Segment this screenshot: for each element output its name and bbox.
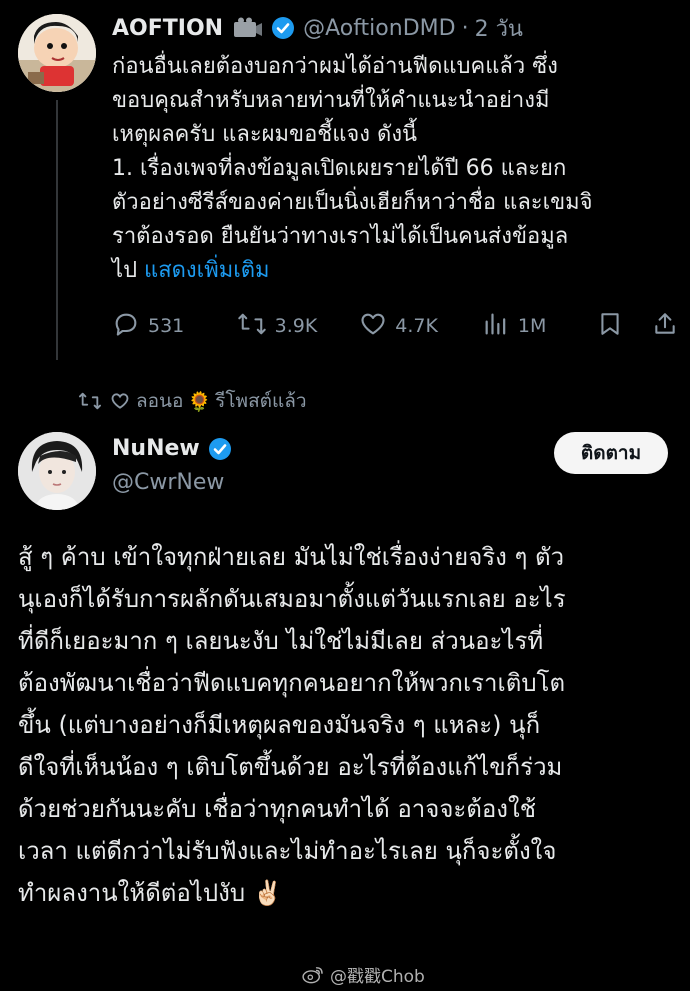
- thread-line: [56, 100, 58, 360]
- camera-icon: [233, 17, 263, 39]
- reply-icon: [112, 310, 148, 343]
- author-handle[interactable]: @CwrNew: [112, 470, 224, 495]
- tweet2-header: NuNew: [112, 436, 232, 461]
- repost-banner[interactable]: ลอนอ 🌻 รีโพสต์แล้ว: [78, 386, 307, 416]
- show-more-link[interactable]: แสดงเพิ่มเติม: [144, 258, 269, 283]
- repost-icon: [237, 310, 275, 343]
- tweet-text: ก่อนอื่นเลยต้องบอกว่าผมได้อ่านฟีดแบคแล้ว…: [112, 54, 593, 283]
- heart-small-icon: [110, 391, 130, 411]
- avatar-nunew[interactable]: [18, 432, 96, 510]
- bookmark-button[interactable]: [597, 310, 652, 343]
- timestamp[interactable]: 2 วัน: [475, 11, 523, 46]
- views-button[interactable]: 1M: [482, 310, 597, 343]
- author-handle[interactable]: @AoftionDMD: [303, 16, 456, 41]
- verified-icon: [208, 437, 232, 461]
- watermark-text: @戳戳Chob: [330, 967, 425, 987]
- tweet-body: สู้ ๆ ค้าบ เข้าใจทุกฝ่ายเลย มันไม่ใช่เรื…: [18, 536, 678, 914]
- peace-emoji: ✌🏻: [252, 879, 283, 907]
- repost-small-icon: [78, 390, 102, 412]
- avatar-aoftion[interactable]: [18, 14, 96, 92]
- author-name[interactable]: AOFTION: [112, 16, 223, 41]
- share-icon: [652, 310, 686, 343]
- repost-count: 3.9K: [274, 315, 318, 337]
- reposted-label: รีโพสต์แล้ว: [215, 390, 307, 412]
- weibo-watermark: @戳戳Chob: [302, 962, 425, 987]
- verified-icon: [271, 16, 295, 40]
- tweet-body: ก่อนอื่นเลยต้องบอกว่าผมได้อ่านฟีดแบคแล้ว…: [112, 50, 672, 288]
- weibo-icon: [302, 966, 324, 984]
- bookmark-icon: [597, 310, 631, 343]
- sunflower-emoji: 🌻: [187, 390, 212, 413]
- author-name[interactable]: NuNew: [112, 436, 200, 461]
- like-icon: [359, 310, 395, 343]
- repost-button[interactable]: 3.9K: [237, 310, 360, 343]
- like-button[interactable]: 4.7K: [359, 310, 482, 343]
- follow-button[interactable]: ติดตาม: [554, 432, 668, 474]
- action-bar: 531 3.9K 4.7K 1M: [112, 306, 682, 346]
- tweet-text: สู้ ๆ ค้าบ เข้าใจทุกฝ่ายเลย มันไม่ใช่เรื…: [18, 543, 566, 907]
- views-icon: [482, 310, 518, 343]
- share-button[interactable]: [652, 310, 682, 343]
- separator: ·: [461, 15, 469, 41]
- quoted-tweet[interactable]: AOFTION @AoftionDMD · 2 วัน ก่อนอื่นเลยต…: [0, 0, 690, 360]
- reposter-name[interactable]: ลอนอ: [136, 386, 183, 416]
- tweet-header: AOFTION @AoftionDMD · 2 วัน: [112, 10, 523, 46]
- like-count: 4.7K: [395, 315, 438, 337]
- reply-button[interactable]: 531: [112, 310, 237, 343]
- reply-count: 531: [148, 315, 185, 337]
- views-count: 1M: [517, 315, 547, 337]
